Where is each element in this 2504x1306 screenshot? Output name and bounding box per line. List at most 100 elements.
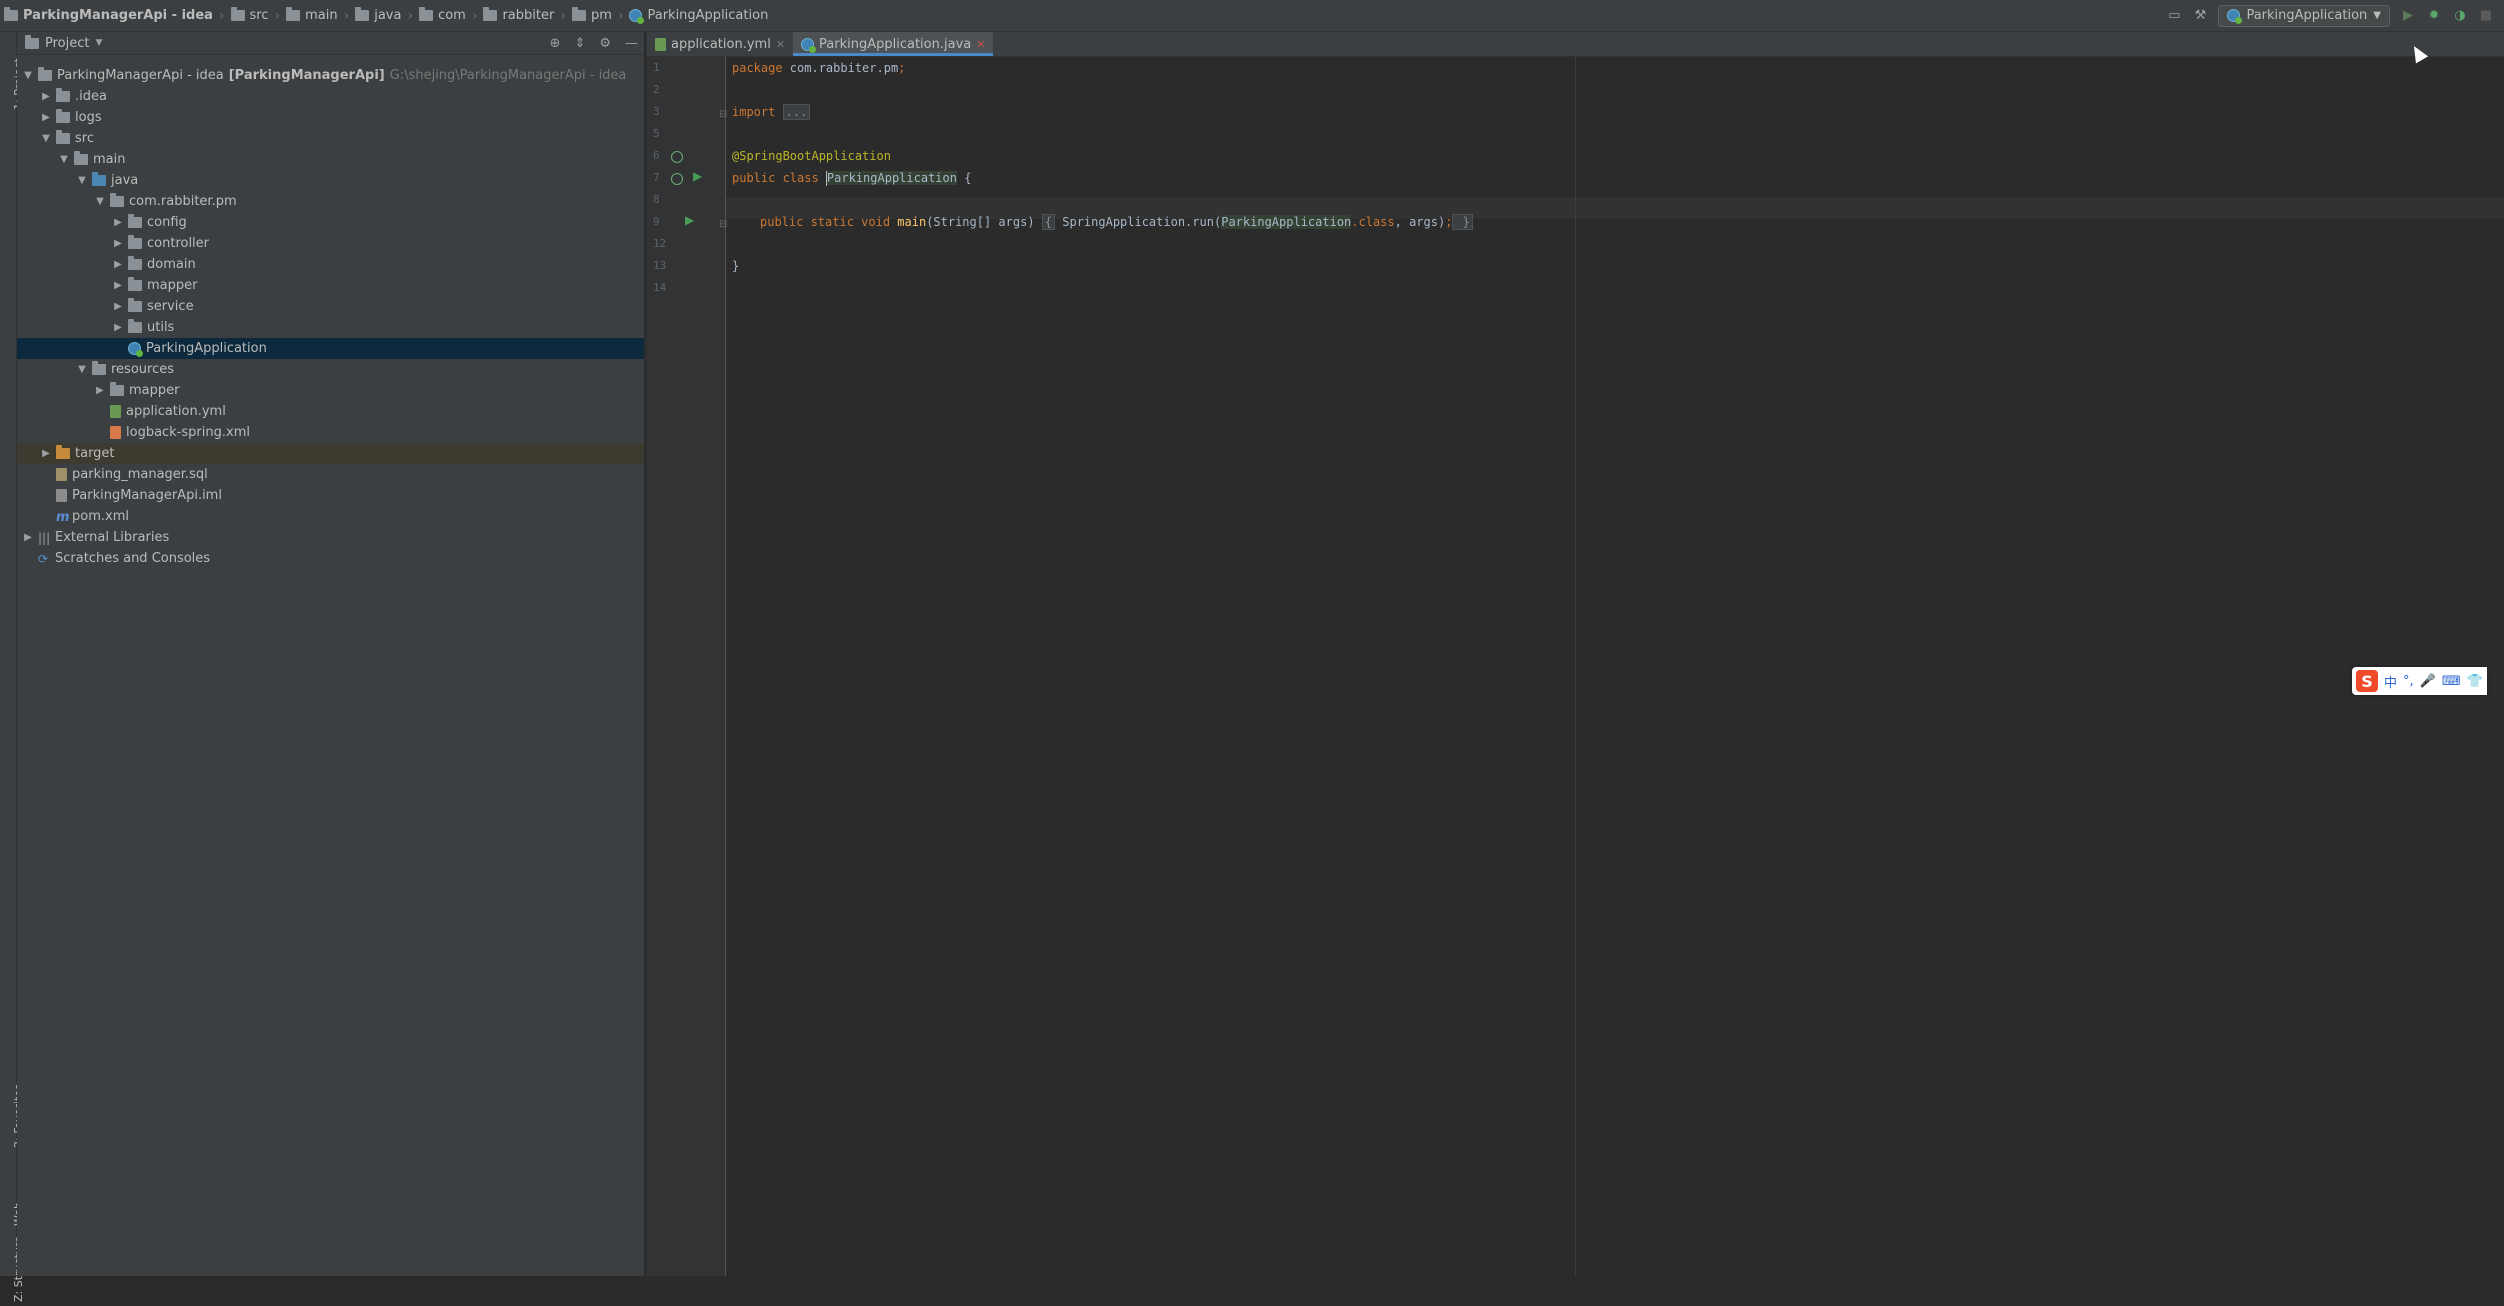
fold-icon[interactable]: ⊟ — [719, 219, 727, 230]
expanded-arrow-icon[interactable]: ▼ — [41, 133, 51, 144]
tree-item-pom-xml[interactable]: m pom.xml — [17, 506, 644, 527]
tab-application-yml[interactable]: application.yml ✕ — [647, 32, 793, 56]
tree-item-idea[interactable]: ▶ .idea — [17, 86, 644, 107]
tree-item-mapper[interactable]: ▶ mapper — [17, 275, 644, 296]
line-number: 9 — [653, 215, 660, 228]
folded-imports[interactable]: ... — [782, 104, 811, 120]
gear-icon[interactable]: ⚙ — [599, 36, 611, 51]
structure-tool-button[interactable]: Z: Structure — [0, 1232, 25, 1306]
scratch-icon: ⟳ — [38, 551, 49, 566]
punctuation-icon[interactable]: °, — [2403, 674, 2414, 689]
tree-item-external-libraries[interactable]: ▶ ||| External Libraries — [17, 527, 644, 548]
folder-icon — [355, 7, 370, 21]
collapsed-arrow-icon[interactable]: ▶ — [41, 112, 51, 123]
microphone-icon[interactable]: 🎤 — [2420, 674, 2436, 689]
collapsed-arrow-icon[interactable]: ▶ — [23, 532, 33, 543]
tree-item-utils[interactable]: ▶ utils — [17, 317, 644, 338]
tree-item-controller[interactable]: ▶ controller — [17, 233, 644, 254]
close-icon[interactable]: ✕ — [976, 38, 985, 51]
coverage-icon[interactable]: ◑ — [2452, 8, 2468, 24]
chevron-down-icon[interactable]: ▼ — [95, 38, 102, 48]
run-gutter-icon[interactable]: ▶ — [693, 169, 702, 183]
line-number: 8 — [653, 193, 660, 206]
expanded-arrow-icon[interactable]: ▼ — [95, 196, 105, 207]
breadcrumb-item-com[interactable]: com — [419, 7, 466, 23]
code-editor[interactable]: package com.rabbiter.pm; import ... @Spr… — [732, 57, 2492, 1276]
run-configuration-select[interactable]: ParkingApplication ▼ — [2218, 4, 2390, 27]
breadcrumb-item-project[interactable]: ParkingManagerApi - idea — [4, 7, 213, 23]
tree-item-application-yml[interactable]: application.yml — [17, 401, 644, 422]
tree-item-parking-manager-sql[interactable]: parking_manager.sql — [17, 464, 644, 485]
tree-item-src[interactable]: ▼ src — [17, 128, 644, 149]
collapsed-arrow-icon[interactable]: ▶ — [113, 217, 123, 228]
keyboard-icon[interactable]: ⌨ — [2442, 674, 2461, 689]
tree-item-java[interactable]: ▼ java — [17, 170, 644, 191]
tree-item-domain[interactable]: ▶ domain — [17, 254, 644, 275]
breadcrumb-item-java[interactable]: java — [355, 7, 401, 23]
tree-item-main[interactable]: ▼ main — [17, 149, 644, 170]
project-tool-button[interactable]: 1: Project — [0, 36, 25, 116]
breadcrumb-item-rabbiter[interactable]: rabbiter — [483, 7, 554, 23]
breadcrumb-separator: › — [274, 7, 281, 24]
project-view-select[interactable]: Project — [45, 36, 89, 51]
tree-item-logs[interactable]: ▶ logs — [17, 107, 644, 128]
stop-icon[interactable]: ■ — [2478, 8, 2494, 24]
collapsed-arrow-icon[interactable]: ▶ — [95, 385, 105, 396]
collapsed-arrow-icon[interactable]: ▶ — [41, 448, 51, 459]
tree-item-scratches-and-consoles[interactable]: ⟳ Scratches and Consoles — [17, 548, 644, 569]
spring-bean-icon[interactable] — [671, 173, 683, 185]
collapsed-arrow-icon[interactable]: ▶ — [113, 301, 123, 312]
tree-item-parkingapplication[interactable]: ParkingApplication — [17, 338, 644, 359]
tree-item-label: mapper — [129, 383, 180, 398]
project-structure-icon[interactable]: ▭ — [2166, 8, 2182, 24]
tree-item-parkingmanagerapi-iml[interactable]: ParkingManagerApi.iml — [17, 485, 644, 506]
collapse-all-icon[interactable]: ⇕ — [574, 36, 585, 51]
folder-icon — [571, 7, 586, 21]
breadcrumb-item-main[interactable]: main — [286, 7, 338, 23]
line-number: 14 — [653, 281, 667, 294]
minimize-icon[interactable]: — — [625, 36, 638, 51]
breadcrumb-item-src[interactable]: src — [230, 7, 269, 23]
ime-toolbar: S 中 °, 🎤 ⌨ 👕 — [2352, 667, 2487, 695]
tree-item-service[interactable]: ▶ service — [17, 296, 644, 317]
run-icon[interactable]: ▶ — [2400, 8, 2416, 24]
build-hammer-icon[interactable]: ⚒ — [2192, 8, 2208, 24]
breadcrumb-item-pm[interactable]: pm — [571, 7, 612, 23]
chinese-mode-icon[interactable]: 中 — [2384, 672, 2397, 691]
folder-icon — [56, 88, 70, 102]
debug-icon[interactable]: ✹ — [2426, 8, 2442, 24]
collapsed-arrow-icon[interactable]: ▶ — [113, 259, 123, 270]
expanded-arrow-icon[interactable]: ▼ — [77, 364, 87, 375]
tree-item-mapper[interactable]: ▶ mapper — [17, 380, 644, 401]
tree-item-parkingmanagerapi-idea[interactable]: ▼ ParkingManagerApi - idea [ParkingManager… — [17, 65, 644, 86]
locate-icon[interactable]: ⊕ — [550, 36, 561, 51]
collapsed-arrow-icon[interactable]: ▶ — [113, 322, 123, 333]
run-gutter-icon[interactable]: ▶ — [685, 213, 694, 227]
navigation-bar: ParkingManagerApi - idea › src › main › … — [0, 0, 2504, 32]
tree-item-target[interactable]: ▶ target — [17, 443, 644, 464]
breadcrumb-item-class[interactable]: ParkingApplication — [629, 8, 768, 24]
folder-icon — [56, 130, 70, 144]
tree-item-label: utils — [147, 320, 175, 335]
tree-item-com-rabbiter-pm[interactable]: ▼ com.rabbiter.pm — [17, 191, 644, 212]
expanded-arrow-icon[interactable]: ▼ — [77, 175, 87, 186]
tree-item-logback-spring-xml[interactable]: logback-spring.xml — [17, 422, 644, 443]
close-icon[interactable]: ✕ — [776, 38, 785, 51]
xml-file-icon — [110, 426, 121, 439]
expanded-arrow-icon[interactable]: ▼ — [59, 154, 69, 165]
tree-item-resources[interactable]: ▼ resources — [17, 359, 644, 380]
collapsed-arrow-icon[interactable]: ▶ — [113, 280, 123, 291]
favorites-tool-button[interactable]: 2: Favorites — [0, 1062, 25, 1152]
skin-icon[interactable]: 👕 — [2467, 674, 2483, 689]
spring-bean-icon[interactable] — [671, 151, 683, 163]
tab-parking-application-java[interactable]: ParkingApplication.java ✕ — [793, 32, 994, 56]
chevron-down-icon: ▼ — [2373, 10, 2381, 21]
collapsed-arrow-icon[interactable]: ▶ — [113, 238, 123, 249]
fold-icon[interactable]: ⊟ — [719, 109, 727, 120]
tree-item-config[interactable]: ▶ config — [17, 212, 644, 233]
resources-folder-icon — [92, 361, 106, 375]
collapsed-arrow-icon[interactable]: ▶ — [41, 91, 51, 102]
expanded-arrow-icon[interactable]: ▼ — [23, 70, 33, 81]
web-tool-button[interactable]: Web — [0, 1162, 25, 1232]
sogou-logo-icon[interactable]: S — [2356, 670, 2378, 692]
